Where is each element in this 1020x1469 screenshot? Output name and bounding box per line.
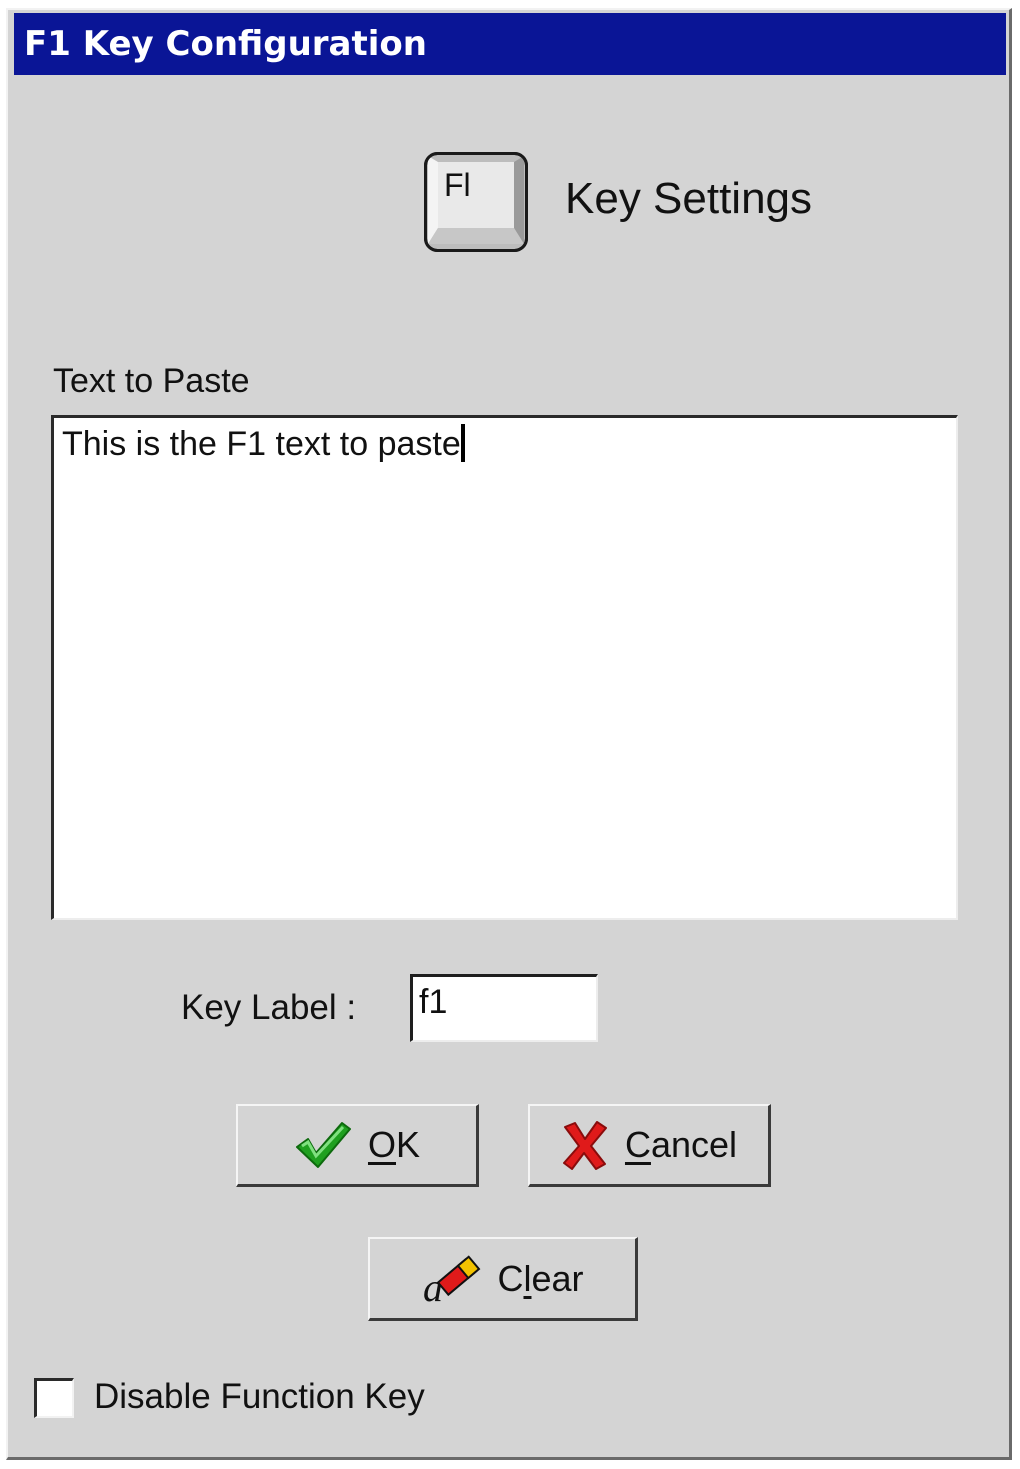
cancel-label: Cancel bbox=[625, 1124, 737, 1166]
cancel-mnemonic: C bbox=[624, 1124, 651, 1165]
ok-label: OK bbox=[368, 1124, 420, 1166]
clear-label-rest: ear bbox=[531, 1257, 584, 1299]
key-label-value: f1 bbox=[419, 983, 448, 1021]
window-title: F1 Key Configuration bbox=[24, 24, 427, 64]
title-bar[interactable]: F1 Key Configuration bbox=[14, 13, 1006, 75]
disable-function-key-checkbox[interactable] bbox=[34, 1378, 74, 1418]
clear-label: Clear bbox=[497, 1258, 583, 1300]
key-settings-heading: Key Settings bbox=[565, 174, 813, 223]
key-label-input[interactable]: f1 bbox=[410, 974, 598, 1042]
keycap-label: Fl bbox=[444, 167, 471, 203]
clear-button[interactable]: a Clear bbox=[368, 1237, 638, 1321]
ok-button[interactable]: OK bbox=[236, 1104, 479, 1187]
f1-keycap-icon: Fl bbox=[424, 152, 528, 252]
eraser-icon: a bbox=[423, 1254, 481, 1307]
cancel-button[interactable]: Cancel bbox=[528, 1104, 771, 1187]
text-caret bbox=[460, 424, 465, 462]
checkmark-icon bbox=[295, 1122, 351, 1168]
red-x-icon bbox=[562, 1121, 607, 1170]
clear-label-prefix: C bbox=[497, 1257, 524, 1299]
ok-mnemonic: O bbox=[367, 1124, 396, 1165]
ok-label-rest: K bbox=[396, 1124, 421, 1165]
disable-function-key-label[interactable]: Disable Function Key bbox=[94, 1377, 425, 1417]
cancel-label-rest: ancel bbox=[650, 1124, 738, 1165]
text-to-paste-field[interactable]: This is the F1 text to paste bbox=[51, 415, 958, 920]
text-to-paste-value: This is the F1 text to paste bbox=[62, 425, 461, 463]
key-label-caption: Key Label : bbox=[181, 988, 357, 1027]
text-to-paste-label: Text to Paste bbox=[53, 362, 250, 400]
